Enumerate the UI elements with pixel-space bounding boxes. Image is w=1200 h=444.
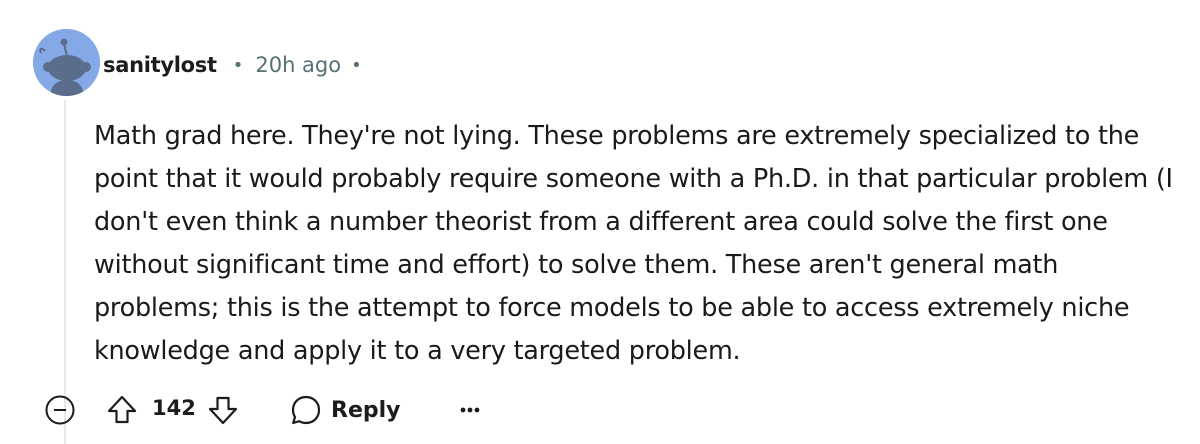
comment-body: Math grad here. They're not lying. These… xyxy=(94,121,1173,366)
separator-dot: • xyxy=(232,54,244,76)
more-options-icon xyxy=(460,407,480,413)
more-options-button[interactable] xyxy=(452,392,488,428)
avatar[interactable] xyxy=(33,29,100,96)
snoo-avatar-icon xyxy=(33,29,100,96)
separator-dot: • xyxy=(351,54,362,76)
reply-button[interactable]: Reply xyxy=(285,390,405,430)
username-link[interactable]: sanitylost xyxy=(103,53,217,77)
comment-header: sanitylost • 20h ago • xyxy=(103,49,362,81)
collapse-icon xyxy=(45,395,75,425)
timestamp[interactable]: 20h ago xyxy=(255,53,341,77)
downvote-arrow-icon xyxy=(208,396,238,425)
vote-count: 142 xyxy=(152,396,196,420)
downvote-button[interactable] xyxy=(205,392,241,428)
comment-actions: 142 Reply xyxy=(0,388,1200,432)
reply-label: Reply xyxy=(331,397,401,423)
upvote-arrow-icon xyxy=(107,395,137,424)
speech-bubble-icon xyxy=(291,395,321,425)
upvote-button[interactable] xyxy=(104,392,140,428)
collapse-button[interactable] xyxy=(43,393,77,427)
